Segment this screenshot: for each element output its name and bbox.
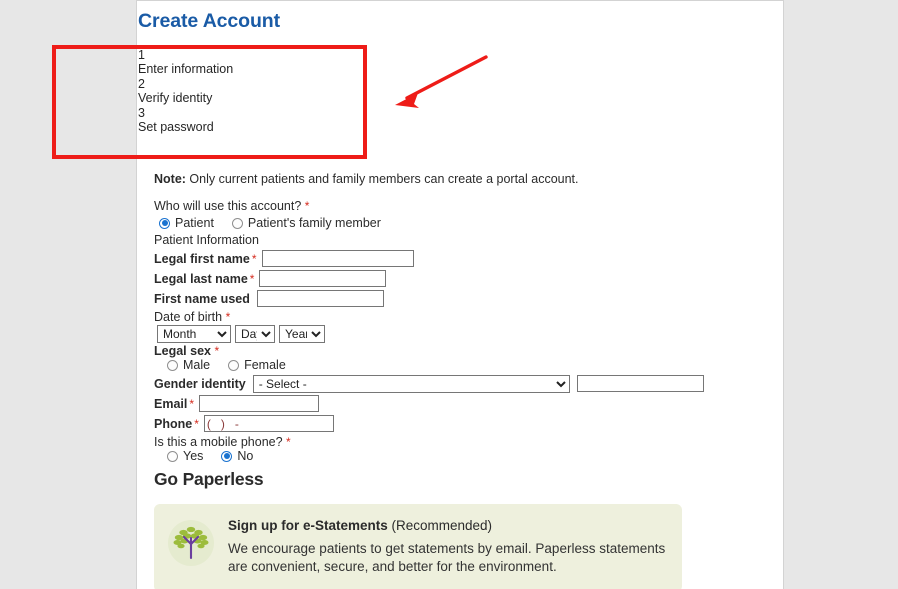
email-required: * [189,396,195,411]
e-statements-panel: Sign up for e-Statements (Recommended) W… [154,504,682,589]
radio-mobile-yes-icon[interactable] [167,450,178,462]
required-asterisk: * [304,199,310,213]
gender-identity-label-text: Gender identity [154,376,246,391]
radio-mobile-yes-label: Yes [183,449,204,463]
date-of-birth-label: Date of birth * [154,310,754,324]
note-prefix: Note: [154,172,186,186]
account-use-question: Who will use this account? * [154,199,754,213]
legal-sex-required: * [214,344,220,358]
phone-required: * [194,416,199,431]
e-statements-title: Sign up for e-Statements [228,518,388,533]
e-statements-body: We encourage patients to get statements … [228,541,666,574]
date-of-birth-label-text: Date of birth [154,310,223,324]
radio-option-patient[interactable]: Patient [154,216,214,230]
radio-patient-label: Patient [175,216,214,230]
radio-family-member-label: Patient's family member [247,216,381,230]
field-row-legal-first-name: Legal first name * [154,249,754,268]
step-2-label: Verify identity [138,91,213,106]
dob-day-select[interactable]: Day [235,325,275,343]
mobile-phone-required: * [286,435,291,449]
radio-patient-icon[interactable] [159,217,170,229]
legal-last-name-label: Legal last name * [154,272,254,286]
step-3-number: 3 [138,105,145,120]
legal-first-name-label: Legal first name * [154,252,257,266]
mobile-phone-question-text: Is this a mobile phone? [154,435,283,449]
field-row-gender-identity: Gender identity - Select - [154,374,754,393]
legal-first-name-label-text: Legal first name [154,251,250,266]
email-label-text: Email [154,396,188,411]
radio-mobile-no-label: No [237,449,254,463]
radio-male-icon[interactable] [167,359,178,371]
note-text: Note: Only current patients and family m… [154,172,754,186]
gender-identity-select[interactable]: - Select - [252,374,570,393]
account-use-question-text: Who will use this account? [154,199,302,213]
step-1-number: 1 [138,48,145,62]
mobile-phone-radio-group[interactable]: Yes No [162,449,754,463]
phone-label: Phone * [154,417,199,431]
field-row-email: Email * [154,394,754,413]
step-1-label: Enter information [138,62,234,77]
gender-identity-other-input[interactable] [576,375,704,392]
field-row-first-name-used: First name used [154,289,754,308]
radio-option-mobile-yes[interactable]: Yes [162,449,203,463]
e-statements-title-row: Sign up for e-Statements (Recommended) [228,518,668,533]
dob-month-select[interactable]: Month [157,325,231,343]
email-label: Email * [154,397,194,411]
phone-input[interactable] [203,415,334,432]
radio-male-label: Male [183,358,211,372]
radio-option-female[interactable]: Female [223,358,286,372]
content-card: Create Account 1 Enter information 2 Ver… [136,0,784,589]
field-row-legal-last-name: Legal last name * [154,269,754,288]
patient-information-section-label: Patient Information [154,233,259,247]
gender-identity-label: Gender identity [154,377,248,391]
first-name-used-label: First name used [154,292,252,306]
radio-option-male[interactable]: Male [162,358,210,372]
legal-sex-label: Legal sex * [154,344,754,358]
page-title: Create Account [138,10,280,32]
legal-sex-radio-group[interactable]: Male Female [162,358,754,372]
radio-family-member-icon[interactable] [231,217,243,229]
legal-last-name-label-text: Legal last name [154,271,248,286]
note-message: Only current patients and family members… [185,172,579,186]
step-2-number: 2 [138,76,145,91]
legal-last-name-required: * [249,271,255,286]
date-of-birth-selects: Month Day Year [157,325,754,343]
first-name-used-input[interactable] [256,290,384,307]
form-body: Note: Only current patients and family m… [154,172,754,589]
e-statements-text: Sign up for e-Statements (Recommended) W… [228,518,668,576]
account-use-radio-group[interactable]: Patient Patient's family member [154,216,754,230]
screenshot-root: Create Account 1 Enter information 2 Ver… [0,0,898,589]
radio-female-icon[interactable] [228,359,240,371]
legal-first-name-required: * [251,251,257,266]
date-of-birth-required: * [225,310,231,324]
email-input[interactable] [199,395,320,412]
legal-last-name-input[interactable] [259,270,387,287]
go-paperless-heading: Go Paperless [154,469,264,489]
field-row-phone: Phone * [154,414,754,433]
steps-list: 1 Enter information 2 Verify identity 3 … [138,48,233,134]
radio-option-mobile-no[interactable]: No [216,449,253,463]
legal-first-name-input[interactable] [261,250,414,267]
dob-year-select[interactable]: Year [279,325,325,343]
mobile-phone-question: Is this a mobile phone? * [154,435,754,449]
radio-mobile-no-icon[interactable] [221,450,233,462]
legal-sex-label-text: Legal sex [154,344,211,358]
tree-icon [168,520,214,569]
radio-female-label: Female [244,358,286,372]
radio-option-family-member[interactable]: Patient's family member [227,216,381,230]
first-name-used-label-text: First name used [154,291,250,306]
step-3-label: Set password [138,120,214,135]
phone-label-text: Phone [154,416,193,431]
e-statements-title-suffix: (Recommended) [387,518,493,533]
